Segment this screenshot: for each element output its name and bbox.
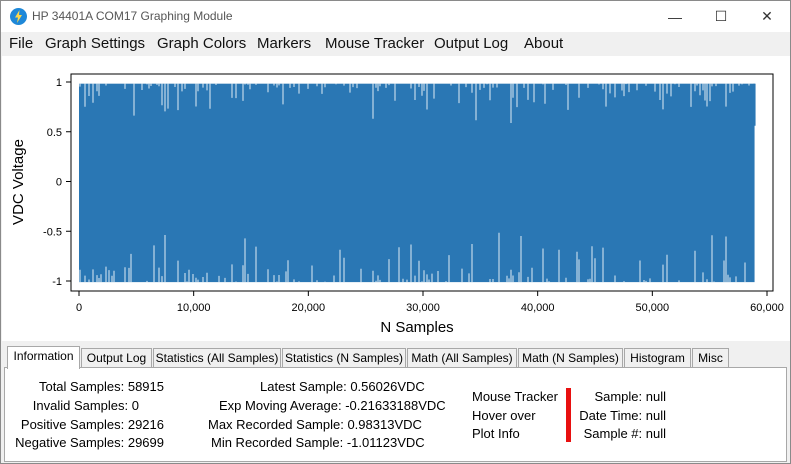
plot-info-label: Plot Info: [472, 426, 520, 441]
title-bar: HP 34401A COM17 Graphing Module — ☐ ✕: [1, 1, 790, 32]
y-axis: 1 0.5 0 -0.5 -1: [43, 77, 71, 288]
max-recorded-sample: Max Recorded Sample: 0.98313VDC: [208, 417, 422, 432]
minimize-icon: —: [668, 8, 682, 25]
menu-mouse-tracker[interactable]: Mouse Tracker: [325, 35, 424, 52]
maximize-icon: ☐: [714, 8, 728, 24]
plot-area[interactable]: 0 10,000 20,000 30,000 40,000 50,000 60,000 1 0…: [2, 56, 790, 341]
menu-markers[interactable]: Markers: [257, 35, 311, 52]
tracker-sample-number: Sample #: null: [583, 426, 666, 441]
positive-samples: Positive Samples: 29216: [20, 417, 164, 432]
x-axis: 0 10,000 20,000 30,000 40,000 50,000 60,000: [76, 291, 784, 314]
close-icon: ✕: [761, 8, 773, 24]
mouse-tracker-label: Mouse Tracker: [472, 389, 558, 404]
x-tick-label: 0: [76, 302, 82, 314]
x-tick-label: 60,000: [750, 302, 784, 314]
tracker-indicator-bar: [566, 388, 571, 442]
window-title: HP 34401A COM17 Graphing Module: [32, 9, 233, 23]
tab-math-all[interactable]: Math (All Samples): [407, 348, 517, 368]
menu-file[interactable]: File: [9, 35, 33, 52]
tab-math-n[interactable]: Math (N Samples): [518, 348, 623, 368]
lightning-app-icon: [10, 8, 27, 25]
y-tick-label: 1: [56, 77, 62, 89]
tab-misc[interactable]: Misc: [692, 348, 729, 368]
info-tab-strip: Information Output Log Statistics (All S…: [1, 346, 790, 369]
information-panel: Total Samples: 58915 Invalid Samples: 0 …: [4, 367, 787, 462]
tab-statistics-all[interactable]: Statistics (All Samples): [153, 348, 281, 368]
menu-output-log[interactable]: Output Log: [434, 35, 508, 52]
y-tick-label: -1: [52, 276, 62, 288]
x-axis-label: N Samples: [380, 319, 453, 336]
total-samples: Total Samples: 58915: [38, 379, 164, 394]
menu-graph-settings[interactable]: Graph Settings: [45, 35, 145, 52]
tracker-date-time: Date Time: null: [579, 408, 666, 423]
y-axis-label: VDC Voltage: [10, 139, 27, 225]
x-tick-label: 10,000: [177, 302, 211, 314]
y-tick-label: -0.5: [43, 226, 62, 238]
x-tick-label: 20,000: [292, 302, 326, 314]
y-tick-label: 0: [56, 177, 62, 189]
invalid-samples: Invalid Samples: 0: [32, 398, 139, 413]
tab-information[interactable]: Information: [7, 346, 80, 369]
minimize-button[interactable]: —: [652, 1, 698, 32]
x-tick-label: 40,000: [521, 302, 555, 314]
close-button[interactable]: ✕: [744, 1, 790, 32]
x-tick-label: 50,000: [636, 302, 670, 314]
menu-bar: File Graph Settings Graph Colors Markers…: [1, 32, 790, 56]
menu-about[interactable]: About: [524, 35, 563, 52]
voltage-chart[interactable]: 0 10,000 20,000 30,000 40,000 50,000 60,000 1 0…: [2, 56, 790, 341]
latest-sample: Latest Sample: 0.56026VDC: [260, 379, 425, 394]
min-recorded-sample: Min Recorded Sample: -1.01123VDC: [211, 435, 425, 450]
signal-band: [79, 83, 755, 283]
app-window: HP 34401A COM17 Graphing Module — ☐ ✕ Fi…: [0, 0, 791, 464]
maximize-button[interactable]: ☐: [698, 1, 744, 32]
tab-histogram[interactable]: Histogram: [624, 348, 691, 368]
exp-moving-average: Exp Moving Average: -0.21633188VDC: [219, 398, 446, 413]
tab-statistics-n[interactable]: Statistics (N Samples): [282, 348, 406, 368]
menu-graph-colors[interactable]: Graph Colors: [157, 35, 246, 52]
tracker-sample: Sample: null: [594, 389, 666, 404]
voltage-series: [79, 83, 756, 283]
hover-over-label: Hover over: [472, 408, 536, 423]
negative-samples: Negative Samples: 29699: [15, 435, 164, 450]
y-tick-label: 0.5: [47, 127, 62, 139]
tab-output-log[interactable]: Output Log: [81, 348, 152, 368]
x-tick-label: 30,000: [406, 302, 440, 314]
